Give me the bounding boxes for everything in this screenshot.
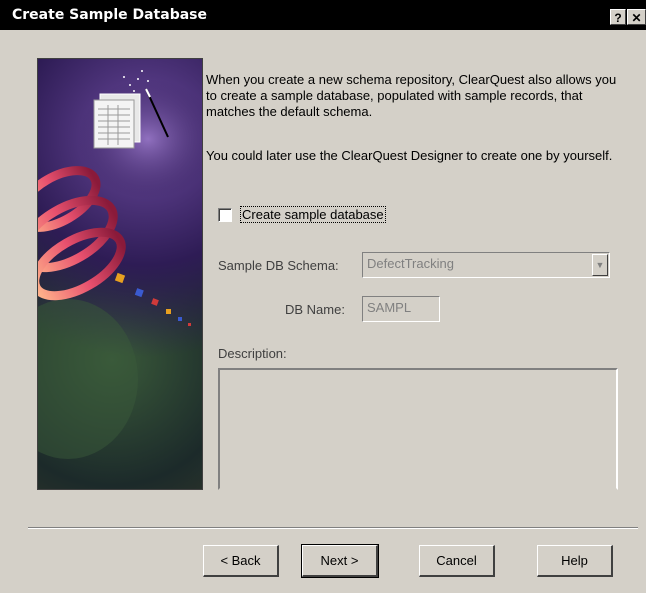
illustration-graphic [38, 70, 202, 459]
chevron-down-icon[interactable]: ▼ [592, 254, 608, 276]
schema-dropdown[interactable]: DefectTracking ▼ [362, 252, 610, 278]
back-button[interactable]: < Back [203, 545, 279, 577]
wizard-illustration [37, 58, 203, 490]
dialog-window: Create Sample Database ? ✕ When you crea… [0, 0, 646, 593]
cube-trail [114, 272, 191, 326]
help-title-button[interactable]: ? [610, 9, 626, 25]
next-button[interactable]: Next > [301, 544, 379, 578]
db-name-label: DB Name: [285, 302, 345, 317]
dialog-title: Create Sample Database [12, 7, 207, 23]
db-name-value: SAMPL [367, 300, 412, 315]
db-name-field[interactable]: SAMPL [362, 296, 440, 322]
cancel-button[interactable]: Cancel [419, 545, 495, 577]
description-textarea[interactable] [218, 368, 618, 490]
help-button[interactable]: Help [537, 545, 613, 577]
intro-paragraph: When you create a new schema repository,… [206, 72, 617, 119]
title-bar[interactable]: Create Sample Database ? ✕ [0, 0, 646, 30]
later-paragraph: You could later use the ClearQuest Desig… [206, 148, 613, 163]
button-separator [28, 527, 638, 529]
description-label: Description: [218, 346, 287, 361]
schema-label: Sample DB Schema: [218, 258, 339, 273]
database-document-icon [93, 93, 141, 149]
close-button[interactable]: ✕ [627, 9, 646, 25]
create-sample-checkbox[interactable] [218, 208, 232, 222]
create-sample-checkbox-label[interactable]: Create sample database [240, 206, 386, 223]
schema-value: DefectTracking [367, 256, 454, 271]
